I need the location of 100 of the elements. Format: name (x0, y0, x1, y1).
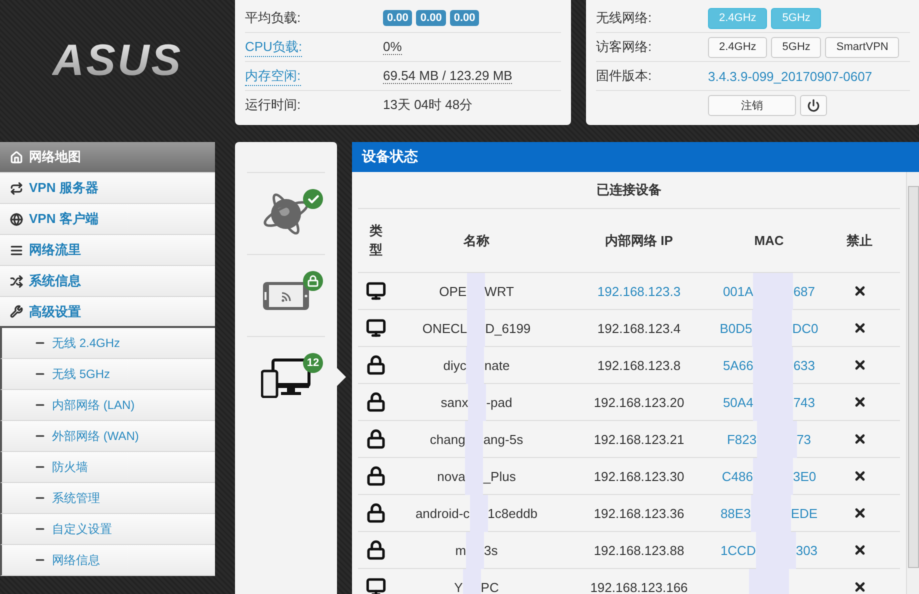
info-label: 访客网络: (596, 38, 653, 56)
ip-text: 192.168.123.4 (597, 320, 681, 336)
load-badge: 0.00 (450, 10, 480, 26)
name-text: _Plus (483, 468, 516, 484)
mac-text: 001A (722, 284, 754, 298)
panel-title: 设备状态 (352, 142, 919, 172)
shuffle-icon (10, 274, 23, 288)
sidebar-item[interactable]: 系统信息 (0, 266, 215, 297)
count-badge: 12 (303, 353, 323, 373)
ip-text: 192.168.123.8 (597, 358, 681, 372)
lock-badge (303, 271, 323, 291)
info-value: 13天 04时 48分 (383, 96, 473, 114)
sidebar-item[interactable]: 系统管理 (0, 483, 215, 514)
info-value: 69.54 MB / 123.29 MB (383, 68, 512, 84)
load-badge: 0.00 (416, 10, 446, 26)
mac-text: 88E3 (720, 506, 751, 520)
repeat-icon (10, 182, 23, 194)
load-badge: 0.00 (383, 10, 412, 26)
name-text: WRT (484, 284, 514, 298)
mac-text: 687 (793, 284, 816, 298)
globe-icon (10, 212, 23, 226)
mac-text: 73 (796, 432, 812, 446)
sidebar-item[interactable]: 内部网络 (LAN) (0, 390, 215, 421)
column-header: 内部网络 IP (559, 209, 719, 273)
sidebar-item[interactable]: 无线 2.4GHz (0, 328, 215, 359)
sidebar-item[interactable]: 防火墙 (0, 452, 215, 483)
info-label: 固件版本: (596, 67, 653, 85)
ip-text: 192.168.123.166 (590, 580, 688, 594)
sidebar-item[interactable]: 网络地图 (0, 142, 215, 173)
mac-text: F823 (726, 432, 757, 446)
band-button[interactable]: 2.4GHz (708, 36, 768, 58)
padlock-icon (366, 466, 386, 486)
info-label: 平均负载: (245, 9, 301, 27)
ip-text: 192.168.123.36 (594, 506, 684, 520)
info-link[interactable]: CPU负载: (245, 38, 302, 56)
sidebar-item[interactable]: 网络流里 (0, 235, 215, 266)
name-text: PC (480, 580, 499, 594)
mac-text: 50A4 (722, 394, 754, 410)
mac-text: C486 (722, 468, 753, 484)
monitor-icon (366, 281, 386, 301)
mac-text: B0D5 (720, 320, 752, 336)
ip-text: 192.168.123.30 (594, 468, 684, 484)
name-text: diyc (443, 358, 466, 372)
band-button[interactable]: 5GHz (771, 36, 822, 58)
power-button[interactable] (800, 94, 827, 116)
block-button[interactable] (852, 395, 866, 409)
mac-text: DC0 (792, 320, 818, 336)
ip-text: 192.168.123.3 (597, 284, 681, 298)
name-text: nova (437, 468, 466, 484)
block-button[interactable] (852, 358, 866, 372)
name-text: 1c8eddb (488, 506, 538, 520)
name-text: m (455, 542, 466, 558)
block-button[interactable] (852, 432, 866, 446)
name-text: nate (484, 358, 510, 372)
monitor-icon (366, 577, 386, 594)
block-button[interactable] (852, 580, 866, 594)
sidebar-item[interactable]: 高级设置 (0, 297, 215, 328)
home-icon (10, 150, 23, 164)
sidebar-item[interactable]: 外部网络 (WAN) (0, 421, 215, 452)
name-text: sanx (440, 394, 468, 410)
name-text: ONECL (422, 320, 468, 336)
sidebar-item[interactable]: 无线 5GHz (0, 359, 215, 390)
block-button[interactable] (852, 543, 866, 557)
column-header: 名称 (394, 209, 559, 273)
mac-text: 743 (793, 394, 816, 410)
sidebar-item[interactable]: VPN 客户端 (0, 204, 215, 235)
block-button[interactable] (852, 321, 866, 335)
ip-text: 192.168.123.21 (594, 432, 684, 446)
mac-text: 303 (796, 542, 818, 558)
block-button[interactable] (852, 469, 866, 483)
band-button[interactable]: 2.4GHz (708, 8, 768, 28)
name-text: Y (454, 580, 463, 594)
logout-button[interactable]: 注销 (708, 94, 796, 116)
band-button[interactable]: 5GHz (771, 8, 822, 28)
name-text: android-c (415, 506, 470, 520)
mac-text: EDE (790, 506, 818, 520)
padlock-icon (366, 355, 386, 375)
sidebar-item[interactable]: 自定义设置 (0, 514, 215, 545)
name-text: 3s (484, 542, 498, 558)
column-header: 类型 (370, 222, 382, 258)
ip-text: 192.168.123.20 (594, 394, 684, 410)
sidebar-item[interactable]: VPN 服务器 (0, 173, 215, 204)
mac-text: 633 (793, 358, 816, 372)
info-label: 运行时间: (245, 96, 301, 114)
band-button[interactable]: SmartVPN (825, 36, 900, 58)
mac-text: 5A66 (722, 358, 754, 372)
wrench-icon (10, 305, 23, 318)
block-button[interactable] (852, 506, 866, 520)
sidebar-item[interactable]: 网络信息 (0, 545, 215, 576)
ip-text: 192.168.123.88 (594, 542, 684, 558)
padlock-icon (366, 540, 386, 560)
name-text: D_6199 (485, 320, 531, 336)
scrollbar[interactable] (906, 172, 919, 594)
block-button[interactable] (852, 284, 866, 298)
check-badge (303, 189, 323, 209)
redaction-bar (466, 272, 485, 310)
name-text: ang-5s (483, 432, 524, 446)
info-link[interactable]: 内存空闲: (245, 66, 301, 86)
padlock-icon (366, 392, 386, 412)
firmware-link[interactable]: 3.4.3.9-099_20170907-0607 (708, 68, 872, 84)
